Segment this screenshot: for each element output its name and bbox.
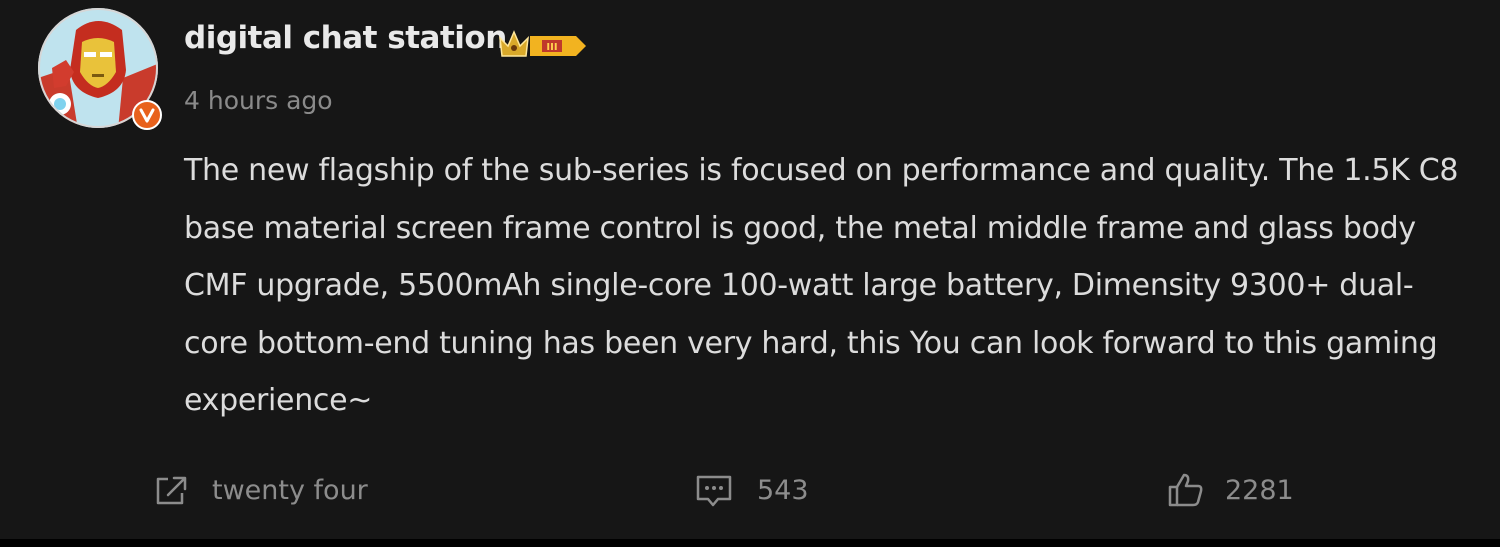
- comment-button[interactable]: 543: [693, 468, 809, 512]
- comment-count: 543: [757, 474, 809, 506]
- verified-v-icon: [132, 100, 162, 130]
- post-content: The new flagship of the sub-series is fo…: [184, 153, 1459, 418]
- share-button[interactable]: twenty four: [152, 468, 368, 512]
- thumbs-up-icon: [1168, 473, 1203, 507]
- comment-icon: [696, 475, 732, 507]
- share-icon: [156, 476, 187, 505]
- share-count: twenty four: [212, 474, 368, 506]
- author-avatar[interactable]: [38, 8, 162, 130]
- weibo-post-card: digital chat station III 4 hours ago The…: [0, 0, 1500, 547]
- like-count: 2281: [1225, 474, 1294, 506]
- author-name[interactable]: digital chat station: [184, 20, 507, 56]
- crown-level-badge-icon: III: [499, 30, 586, 57]
- like-button[interactable]: 2281: [1165, 468, 1294, 512]
- badge-level-text: III: [546, 42, 557, 53]
- level-badge[interactable]: III: [496, 26, 588, 62]
- post-timestamp: 4 hours ago: [184, 86, 333, 115]
- bottom-divider: [0, 539, 1500, 547]
